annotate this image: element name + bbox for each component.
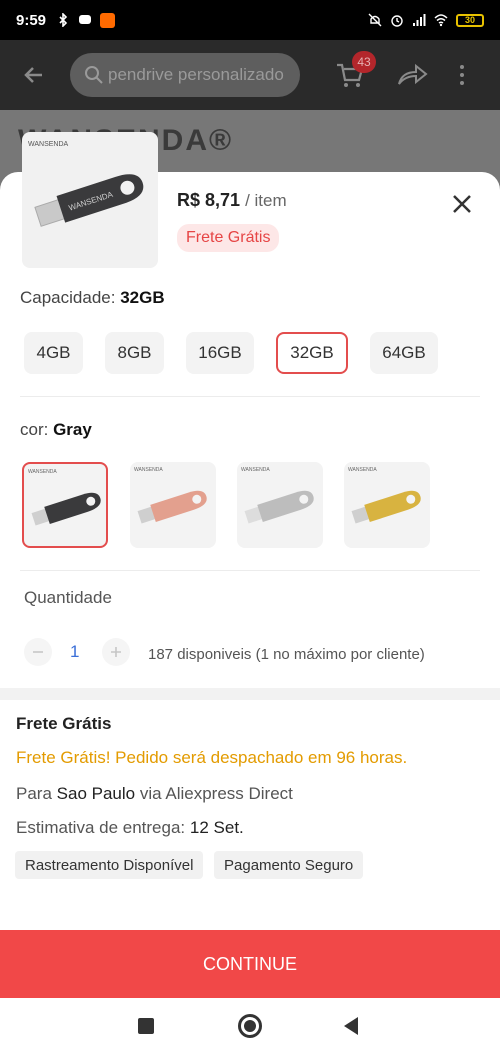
search-placeholder: pendrive personalizado [108,65,284,84]
svg-text:WANSENDA: WANSENDA [134,467,163,473]
status-bar: 9:59 30 [0,0,500,40]
alarm-icon [391,15,403,27]
price: R$ 8,71 [177,190,241,210]
share-button[interactable] [390,53,434,97]
capacity-option-16gb[interactable]: 16GB [186,332,254,374]
capacity-option-32gb[interactable]: 32GB [276,332,348,374]
minus-icon [33,651,43,653]
usb-gray-image: WANSENDA [28,469,101,526]
close-button[interactable] [448,190,476,218]
share-icon [398,63,428,85]
color-option-gold[interactable]: WANSENDA [344,462,430,548]
capacity-selected: 32GB [120,288,165,307]
cart-count-badge: 43 [352,51,376,73]
signal-icon [413,14,426,26]
usb-silver-image: WANSENDA [241,467,314,524]
recent-apps-icon[interactable] [138,1018,154,1034]
plus-icon [111,647,121,657]
free-shipping-tag: Frete Grátis [177,224,280,252]
svg-text:WANSENDA: WANSENDA [348,467,377,473]
more-options-button[interactable] [452,53,472,97]
capacity-label: Capacidade: 32GB [20,288,165,308]
shipping-to-prefix: Para [16,784,52,803]
shipping-promo: Frete Grátis! Pedido será despachado em … [16,748,408,767]
shipping-title: Frete Grátis [16,714,112,733]
status-icons-left [56,12,116,28]
delivery-estimate: Estimativa de entrega: 12 Set. [16,818,244,838]
delivery-estimate-date: 12 Set. [189,818,244,837]
usb-gold-image: WANSENDA [348,467,421,524]
svg-text:WANSENDA: WANSENDA [241,467,270,473]
usb-rose-gold-image: WANSENDA [134,467,207,524]
quantity-label: Quantidade [24,588,112,607]
color-option-gray[interactable]: WANSENDA [22,462,108,548]
home-icon[interactable] [238,1014,262,1038]
dot-icon [460,73,464,77]
app-notification-icon [100,12,116,28]
price-line: R$ 8,71 / item [177,190,287,211]
divider [20,570,480,571]
quantity-value[interactable]: 1 [70,642,79,662]
secure-payment-chip: Pagamento Seguro [214,851,364,879]
quantity-increase-button[interactable] [102,638,130,666]
capacity-option-4gb[interactable]: 4GB [24,332,83,374]
search-input[interactable]: pendrive personalizado [70,53,300,97]
system-nav-bar [0,998,500,1056]
continue-button[interactable]: CONTINUE [0,930,500,998]
color-selected: Gray [53,420,92,439]
shipping-city[interactable]: Sao Paulo [57,784,135,803]
product-thumbnail: WANSENDA WANSENDA [22,132,158,268]
quantity-decrease-button[interactable] [24,638,52,666]
close-icon [453,195,471,213]
svg-text:WANSENDA: WANSENDA [28,141,69,148]
color-option-silver[interactable]: WANSENDA [237,462,323,548]
stock-text: 187 disponiveis (1 no máximo por cliente… [148,646,425,663]
search-icon [85,66,103,84]
color-label-text: cor: [20,420,49,439]
color-label: cor: Gray [20,420,92,440]
wifi-icon [434,14,448,27]
capacity-option-64gb[interactable]: 64GB [370,332,438,374]
shipping-destination: Para Sao Paulo via Aliexpress Direct [16,784,293,804]
chat-icon [79,15,92,24]
app-bar: pendrive personalizado 43 [0,40,500,110]
status-time: 9:59 [16,11,47,29]
back-button[interactable] [12,53,56,97]
shipping-via: via Aliexpress Direct [139,784,293,803]
home-dot [244,1020,256,1032]
sku-selector-sheet: WANSENDA WANSENDA R$ 8,71 / item Frete G… [0,132,500,998]
capacity-option-8gb[interactable]: 8GB [105,332,164,374]
svg-text:WANSENDA: WANSENDA [28,469,57,475]
dot-icon [460,65,464,69]
dot-icon [460,81,464,85]
back-triangle-icon[interactable] [344,1017,358,1035]
bluetooth-icon [59,13,68,27]
delivery-estimate-label: Estimativa de entrega: [16,818,186,837]
capacity-label-text: Capacidade: [20,288,116,307]
arrow-left-icon [24,67,42,83]
status-icons-right: 30 [368,13,484,27]
tracking-chip: Rastreamento Disponível [15,851,204,879]
per-item: / item [245,191,287,210]
mute-icon [368,13,382,27]
color-option-rose-gold[interactable]: WANSENDA [130,462,216,548]
cart-button[interactable]: 43 [332,51,376,97]
section-separator [0,688,500,700]
battery-icon: 30 [456,13,484,27]
usb-drive-image: WANSENDA WANSENDA [28,141,144,227]
divider [20,396,480,397]
